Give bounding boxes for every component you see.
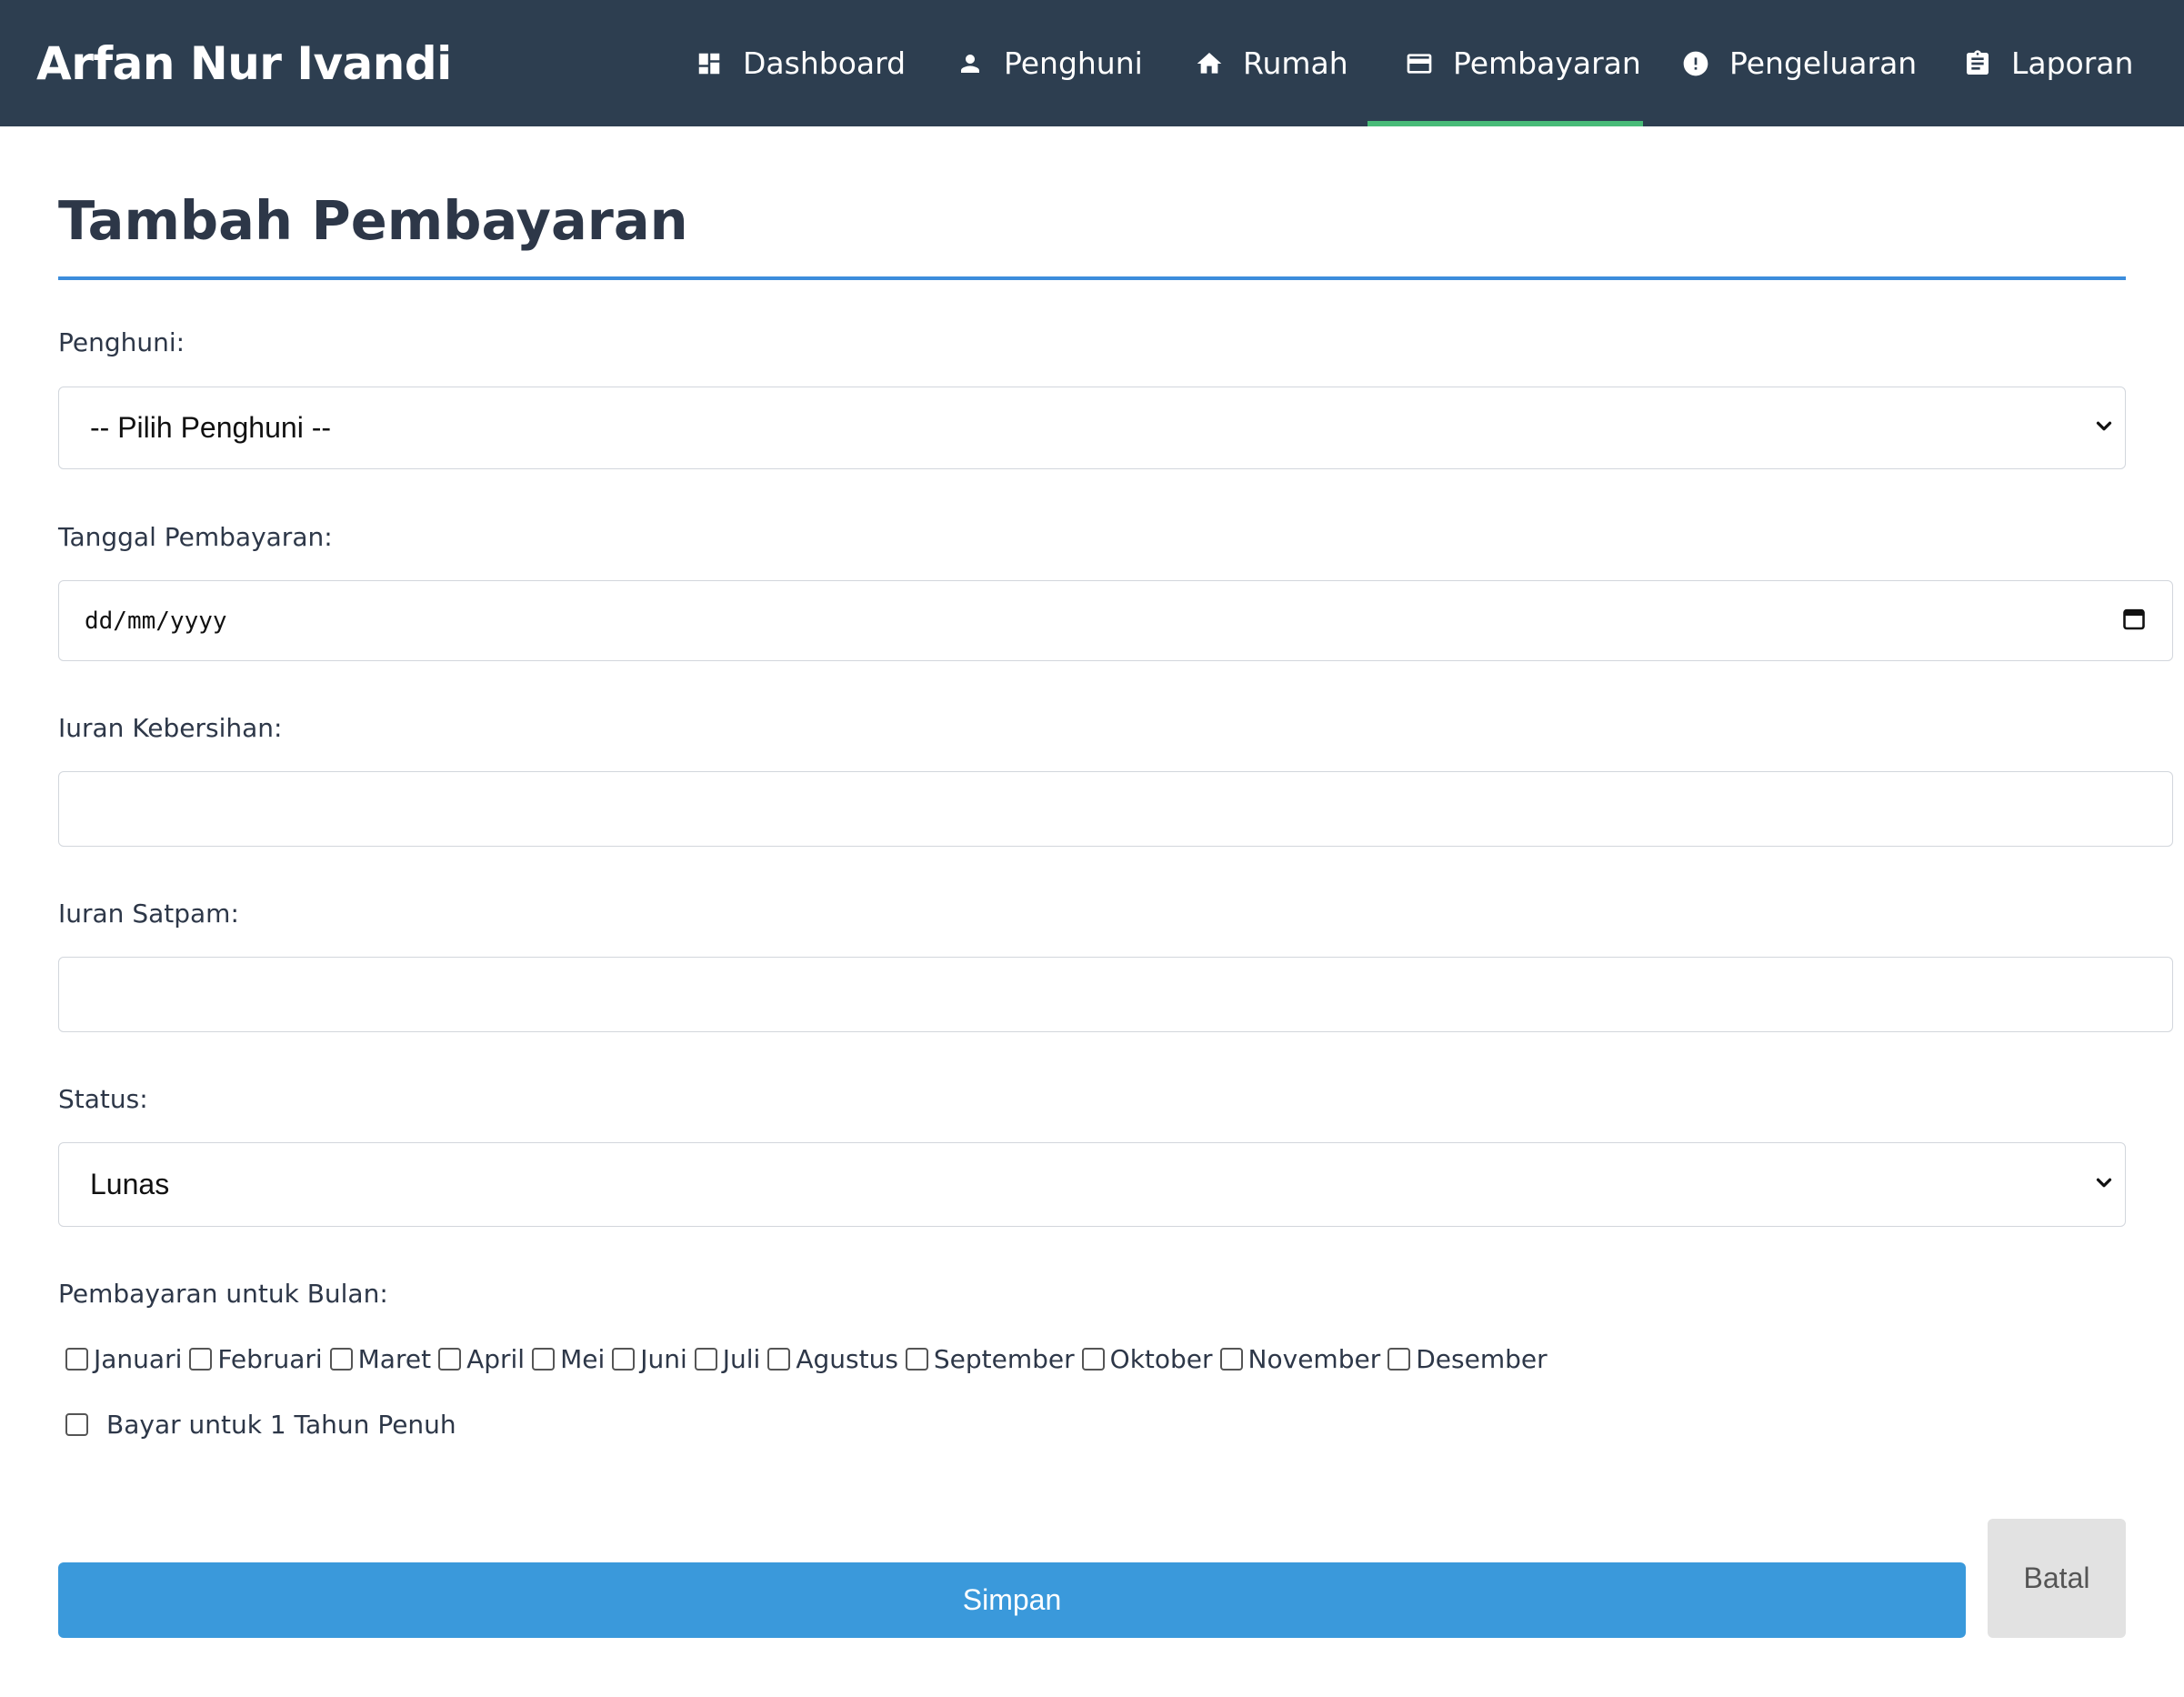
home-icon <box>1194 48 1225 79</box>
status-select[interactable]: Lunas <box>58 1142 2126 1227</box>
kebersihan-label: Iuran Kebersihan: <box>58 713 283 743</box>
bulan-label: Pembayaran untuk Bulan: <box>58 1279 388 1309</box>
month-option-agustus[interactable]: Agustus <box>767 1344 898 1374</box>
checkbox[interactable] <box>65 1347 88 1371</box>
nav-label-rumah: Rumah <box>1243 45 1348 81</box>
calendar-icon[interactable] <box>2121 606 2147 636</box>
dashboard-icon <box>694 48 725 79</box>
save-button[interactable]: Simpan <box>58 1562 1966 1638</box>
month-option-mei[interactable]: Mei <box>532 1344 605 1374</box>
month-option-oktober[interactable]: Oktober <box>1081 1344 1213 1374</box>
penghuni-select-value: -- Pilih Penghuni -- <box>90 411 331 444</box>
page-title: Tambah Pembayaran <box>58 189 688 252</box>
nav-label-pengeluaran: Pengeluaran <box>1729 45 1918 81</box>
person-icon <box>955 48 986 79</box>
penghuni-select[interactable]: -- Pilih Penghuni -- <box>58 387 2126 469</box>
tanggal-placeholder: dd/mm/yyyy <box>85 607 227 635</box>
checkbox[interactable] <box>694 1347 717 1371</box>
satpam-input[interactable] <box>58 957 2173 1032</box>
full-year-label: Bayar untuk 1 Tahun Penuh <box>106 1409 456 1440</box>
tanggal-date-input[interactable]: dd/mm/yyyy <box>58 580 2173 661</box>
top-navbar: Arfan Nur Ivandi Dashboard Penghuni Ruma… <box>0 0 2184 126</box>
chevron-down-icon <box>2092 1170 2116 1199</box>
checkbox[interactable] <box>1081 1347 1105 1371</box>
month-option-juli[interactable]: Juli <box>694 1344 760 1374</box>
checkbox[interactable] <box>767 1347 791 1371</box>
checkbox[interactable] <box>189 1347 213 1371</box>
month-option-maret[interactable]: Maret <box>329 1344 431 1374</box>
month-option-november[interactable]: November <box>1219 1344 1380 1374</box>
full-year-option[interactable]: Bayar untuk 1 Tahun Penuh <box>65 1406 456 1442</box>
nav-item-rumah[interactable]: Rumah <box>1194 0 1348 126</box>
kebersihan-input[interactable] <box>58 771 2173 847</box>
nav-label-dashboard: Dashboard <box>743 45 907 81</box>
checkbox[interactable] <box>1388 1347 1411 1371</box>
month-option-januari[interactable]: Januari <box>65 1344 182 1374</box>
checkbox[interactable] <box>329 1347 353 1371</box>
full-year-checkbox[interactable] <box>65 1412 88 1436</box>
tanggal-label: Tanggal Pembayaran: <box>58 522 333 552</box>
alert-circle-icon <box>1680 48 1711 79</box>
checkbox[interactable] <box>905 1347 928 1371</box>
title-divider <box>58 276 2126 280</box>
status-select-value: Lunas <box>90 1168 170 1200</box>
credit-card-icon <box>1404 48 1435 79</box>
nav-item-penghuni[interactable]: Penghuni <box>955 0 1143 126</box>
nav-item-dashboard[interactable]: Dashboard <box>694 0 906 126</box>
nav-item-pengeluaran[interactable]: Pengeluaran <box>1680 0 1917 126</box>
checkbox[interactable] <box>532 1347 556 1371</box>
nav-item-pembayaran[interactable]: Pembayaran <box>1368 0 1643 126</box>
penghuni-label: Penghuni: <box>58 327 185 357</box>
checkbox[interactable] <box>612 1347 636 1371</box>
month-checkbox-group: Januari Februari Maret April Mei Juni Ju… <box>65 1341 1555 1377</box>
checkbox[interactable] <box>1219 1347 1243 1371</box>
nav-label-laporan: Laporan <box>2011 45 2134 81</box>
status-label: Status: <box>58 1084 148 1114</box>
checkbox[interactable] <box>438 1347 462 1371</box>
month-option-september[interactable]: September <box>905 1344 1075 1374</box>
chevron-down-icon <box>2092 414 2116 442</box>
clipboard-icon <box>1962 48 1993 79</box>
month-option-april[interactable]: April <box>438 1344 525 1374</box>
nav-label-penghuni: Penghuni <box>1004 45 1143 81</box>
satpam-label: Iuran Satpam: <box>58 899 239 929</box>
month-option-desember[interactable]: Desember <box>1388 1344 1548 1374</box>
nav-item-laporan[interactable]: Laporan <box>1962 0 2133 126</box>
month-option-februari[interactable]: Februari <box>189 1344 323 1374</box>
month-option-juni[interactable]: Juni <box>612 1344 687 1374</box>
cancel-button[interactable]: Batal <box>1988 1519 2126 1638</box>
brand-title[interactable]: Arfan Nur Ivandi <box>36 0 452 126</box>
nav-label-pembayaran: Pembayaran <box>1453 45 1641 81</box>
